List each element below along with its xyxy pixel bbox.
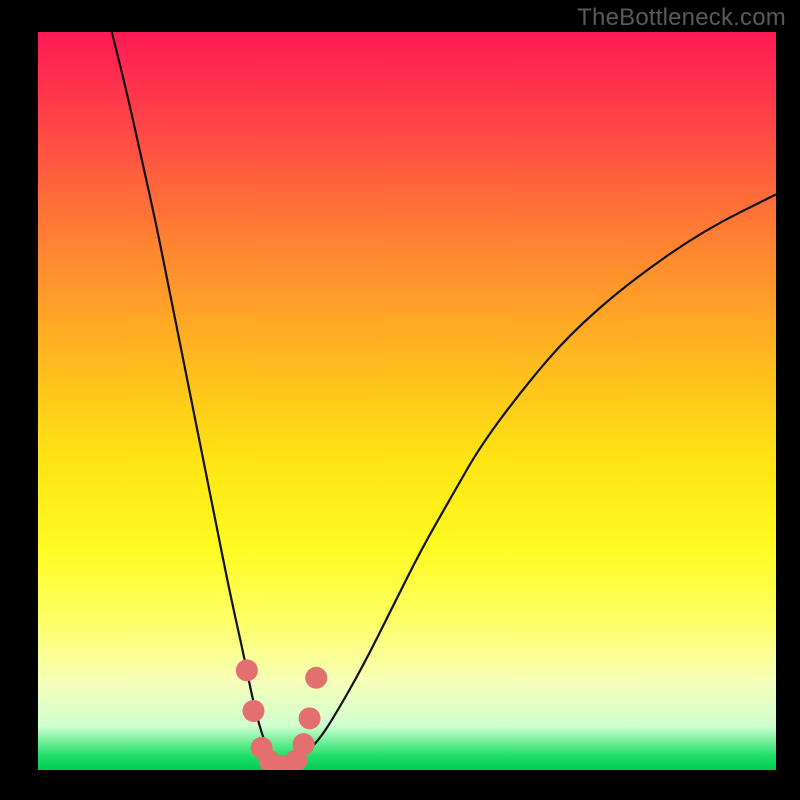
- highlight-dot: [242, 700, 264, 722]
- highlight-dot: [299, 707, 321, 729]
- plot-area: [38, 32, 776, 770]
- highlight-dot: [236, 659, 258, 681]
- highlight-dot: [293, 733, 315, 755]
- outer-frame: TheBottleneck.com: [0, 0, 800, 800]
- watermark-text: TheBottleneck.com: [577, 4, 786, 32]
- highlight-dot: [305, 667, 327, 689]
- chart-svg: [38, 32, 776, 770]
- bottleneck-curve: [112, 32, 776, 770]
